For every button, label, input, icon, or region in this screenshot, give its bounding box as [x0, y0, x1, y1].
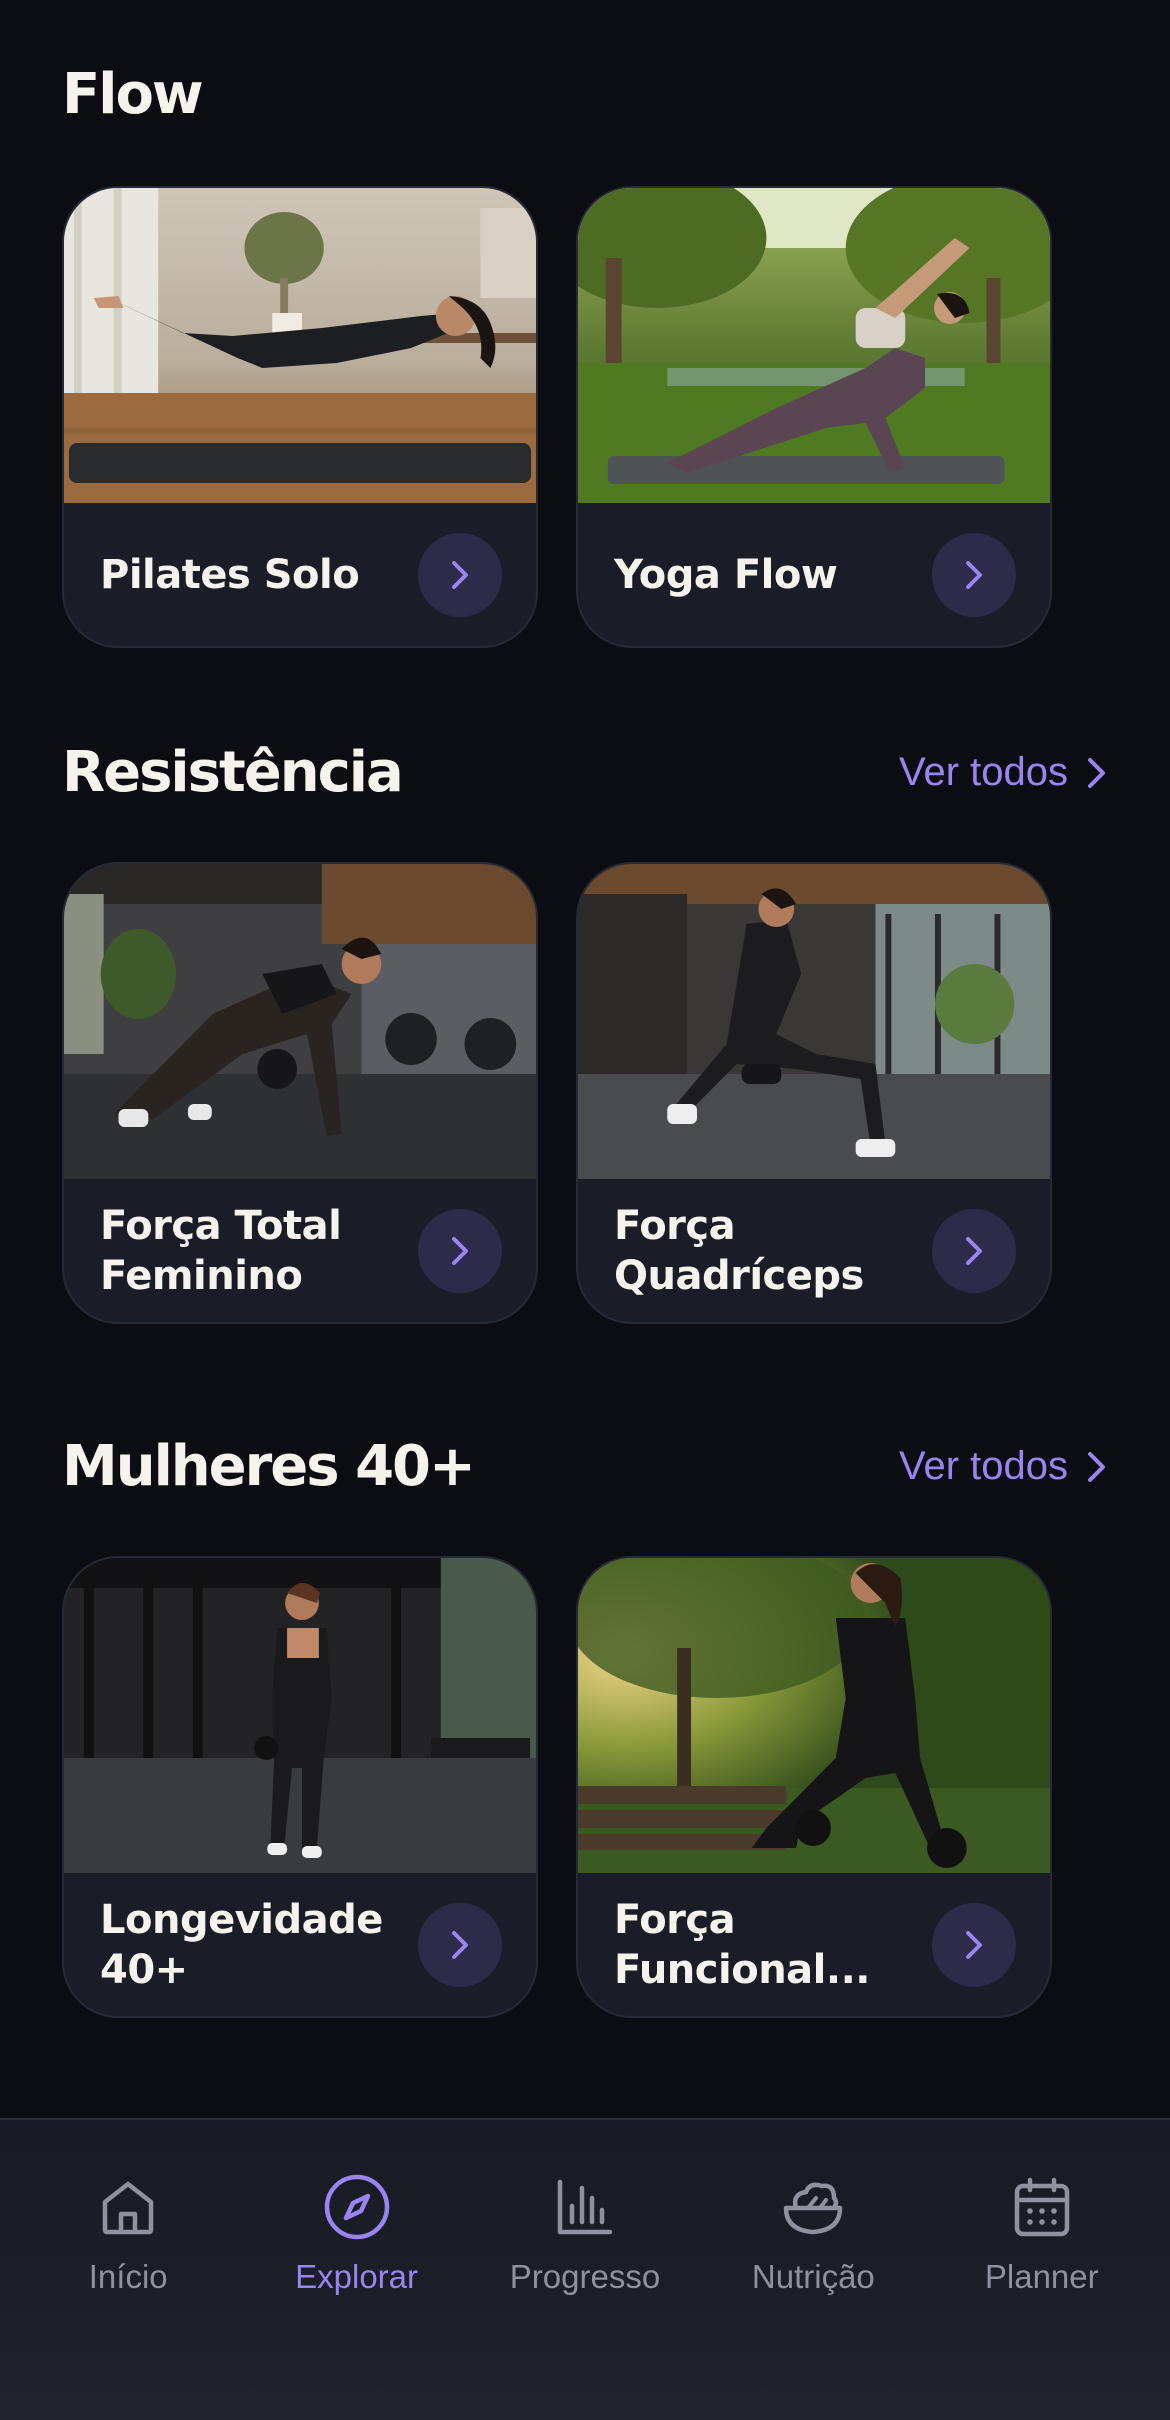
- program-card-forca-quadriceps[interactable]: Força Quadríceps: [576, 862, 1052, 1324]
- tab-label: Nutrição: [751, 2258, 875, 2295]
- tab-explorar[interactable]: Explorar: [257, 2170, 457, 2420]
- tab-progresso[interactable]: Progresso: [485, 2170, 685, 2420]
- open-program-button[interactable]: [932, 1902, 1016, 1987]
- bar-chart-icon: [557, 2179, 613, 2235]
- tab-planner[interactable]: Planner: [942, 2170, 1142, 2420]
- woman-yoga-side-angle-park-photo: [578, 188, 1050, 503]
- chevron-right-icon: [1088, 1451, 1105, 1482]
- chevron-right-icon: [966, 560, 982, 589]
- chevron-right-icon: [452, 1236, 468, 1265]
- card-title: Longevidade 40+: [100, 1896, 383, 1993]
- tab-label: Início: [88, 2258, 168, 2295]
- home-icon: [102, 2181, 154, 2235]
- card-row-resistencia: Força Total Feminino Força Quadríceps: [62, 862, 1052, 1324]
- card-footer: Longevidade 40+: [64, 1873, 536, 2016]
- tab-label: Planner: [984, 2258, 1099, 2295]
- bottom-tab-bar: Início Explorar Progresso Nutrição Plann…: [0, 2118, 1170, 2420]
- card-footer: Força Funcional...: [578, 1873, 1050, 2016]
- see-all-link[interactable]: Ver todos: [899, 1444, 1108, 1489]
- open-program-button[interactable]: [418, 532, 502, 617]
- program-card-forca-total-feminino[interactable]: Força Total Feminino: [62, 862, 538, 1324]
- chevron-right-icon: [1088, 757, 1105, 788]
- explore-screen: Flow Pilates Solo Yoga Flow Resistência …: [0, 0, 1170, 2420]
- woman-walking-kettlebell-gym-photo: [64, 1558, 536, 1873]
- section-header-flow: Flow: [62, 62, 1108, 127]
- program-card-longevidade-40[interactable]: Longevidade 40+: [62, 1556, 538, 2018]
- program-card-yoga-flow[interactable]: Yoga Flow: [576, 186, 1052, 648]
- salad-bowl-icon: [784, 2182, 843, 2235]
- open-program-button[interactable]: [932, 532, 1016, 617]
- card-title: Força Funcional...: [614, 1896, 870, 1993]
- card-title: Pilates Solo: [100, 551, 360, 598]
- woman-kettlebell-plank-gym-photo: [64, 864, 536, 1179]
- card-row-mulheres-40: Longevidade 40+ Força Funcional...: [62, 1556, 1052, 2018]
- calendar-icon: [1014, 2177, 1069, 2237]
- program-card-pilates-solo[interactable]: Pilates Solo: [62, 186, 538, 648]
- see-all-link[interactable]: Ver todos: [899, 750, 1108, 795]
- card-footer: Força Quadríceps: [578, 1179, 1050, 1322]
- tab-nutricao[interactable]: Nutrição: [713, 2170, 913, 2420]
- card-footer: Yoga Flow: [578, 503, 1050, 646]
- see-all-label: Ver todos: [898, 750, 1068, 794]
- chevron-right-icon: [452, 560, 468, 589]
- section-title: Flow: [62, 62, 204, 127]
- chevron-right-icon: [966, 1930, 982, 1959]
- card-footer: Pilates Solo: [64, 503, 536, 646]
- chevron-right-icon: [966, 1236, 982, 1265]
- program-card-forca-funcional[interactable]: Força Funcional...: [576, 1556, 1052, 2018]
- open-program-button[interactable]: [418, 1902, 502, 1987]
- section-header-resistencia: Resistência Ver todos: [62, 740, 1108, 805]
- tab-inicio[interactable]: Início: [28, 2170, 228, 2420]
- see-all-label: Ver todos: [898, 1444, 1068, 1488]
- card-footer: Força Total Feminino: [64, 1179, 536, 1322]
- card-title: Yoga Flow: [614, 551, 838, 598]
- woman-pilates-mat-living-room-photo: [64, 188, 536, 503]
- woman-kettlebell-park-bench-photo: [578, 1558, 1050, 1873]
- chevron-right-icon: [452, 1930, 468, 1959]
- section-title: Mulheres 40+: [62, 1434, 476, 1499]
- section-title: Resistência: [62, 740, 404, 805]
- woman-dumbbell-lunge-gym-photo: [578, 864, 1050, 1179]
- open-program-button[interactable]: [932, 1208, 1016, 1293]
- open-program-button[interactable]: [418, 1208, 502, 1293]
- tab-label: Explorar: [295, 2258, 419, 2295]
- card-title: Força Total Feminino: [100, 1202, 342, 1299]
- section-header-mulheres-40: Mulheres 40+ Ver todos: [62, 1434, 1108, 1499]
- tab-label: Progresso: [509, 2258, 661, 2295]
- card-row-flow: Pilates Solo Yoga Flow: [62, 186, 1052, 648]
- card-title: Força Quadríceps: [614, 1202, 864, 1299]
- compass-icon: [324, 2174, 389, 2240]
